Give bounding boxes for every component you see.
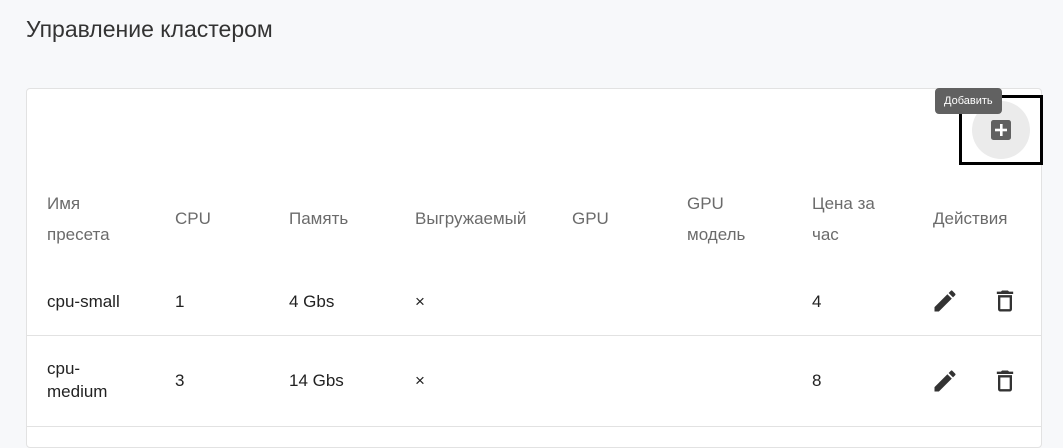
plus-box-icon (991, 120, 1011, 140)
column-header-name-line2: пресета (47, 225, 110, 244)
column-header-actions: Действия (933, 209, 1008, 228)
preset-preemptible: × (415, 292, 425, 311)
column-header-gpu-model-line2: модель (687, 225, 746, 244)
preset-memory: 4 Gbs (289, 292, 335, 311)
column-header-name-line1: Имя (47, 194, 81, 213)
preset-cpu: 3 (175, 371, 185, 390)
column-header-price-line1: Цена за (812, 194, 875, 213)
row-divider (27, 426, 1041, 427)
column-header-memory: Память (289, 209, 349, 228)
preset-name-line1: cpu- (47, 359, 81, 378)
column-header-preemptible: Выгружаемый (415, 209, 527, 228)
pencil-icon[interactable] (931, 367, 959, 395)
preset-price: 4 (812, 292, 822, 311)
page-title: Управление кластером (26, 16, 273, 42)
column-header-gpu-model-line1: GPU (687, 194, 724, 213)
column-header-price: Цена за час (812, 188, 875, 250)
preset-preemptible: × (415, 371, 425, 390)
column-header-gpu: GPU (572, 209, 609, 228)
row-divider (27, 335, 1041, 336)
column-header-price-line2: час (812, 225, 839, 244)
pencil-icon[interactable] (931, 287, 959, 315)
column-header-gpu-model: GPU модель (687, 188, 745, 250)
preset-cpu: 1 (175, 292, 185, 311)
preset-name: cpu-small (47, 292, 120, 311)
add-tooltip: Добавить (935, 88, 1002, 114)
column-header-cpu: CPU (175, 209, 211, 228)
trash-icon[interactable] (991, 287, 1019, 315)
presets-table-card: Имя пресета CPU Память Выгружаемый GPU G… (26, 88, 1043, 448)
preset-name: cpu- medium (47, 357, 107, 403)
preset-memory: 14 Gbs (289, 371, 344, 390)
preset-name-line2: medium (47, 382, 108, 401)
trash-icon[interactable] (991, 367, 1019, 395)
column-header-name: Имя пресета (47, 188, 110, 250)
preset-price: 8 (812, 371, 822, 390)
